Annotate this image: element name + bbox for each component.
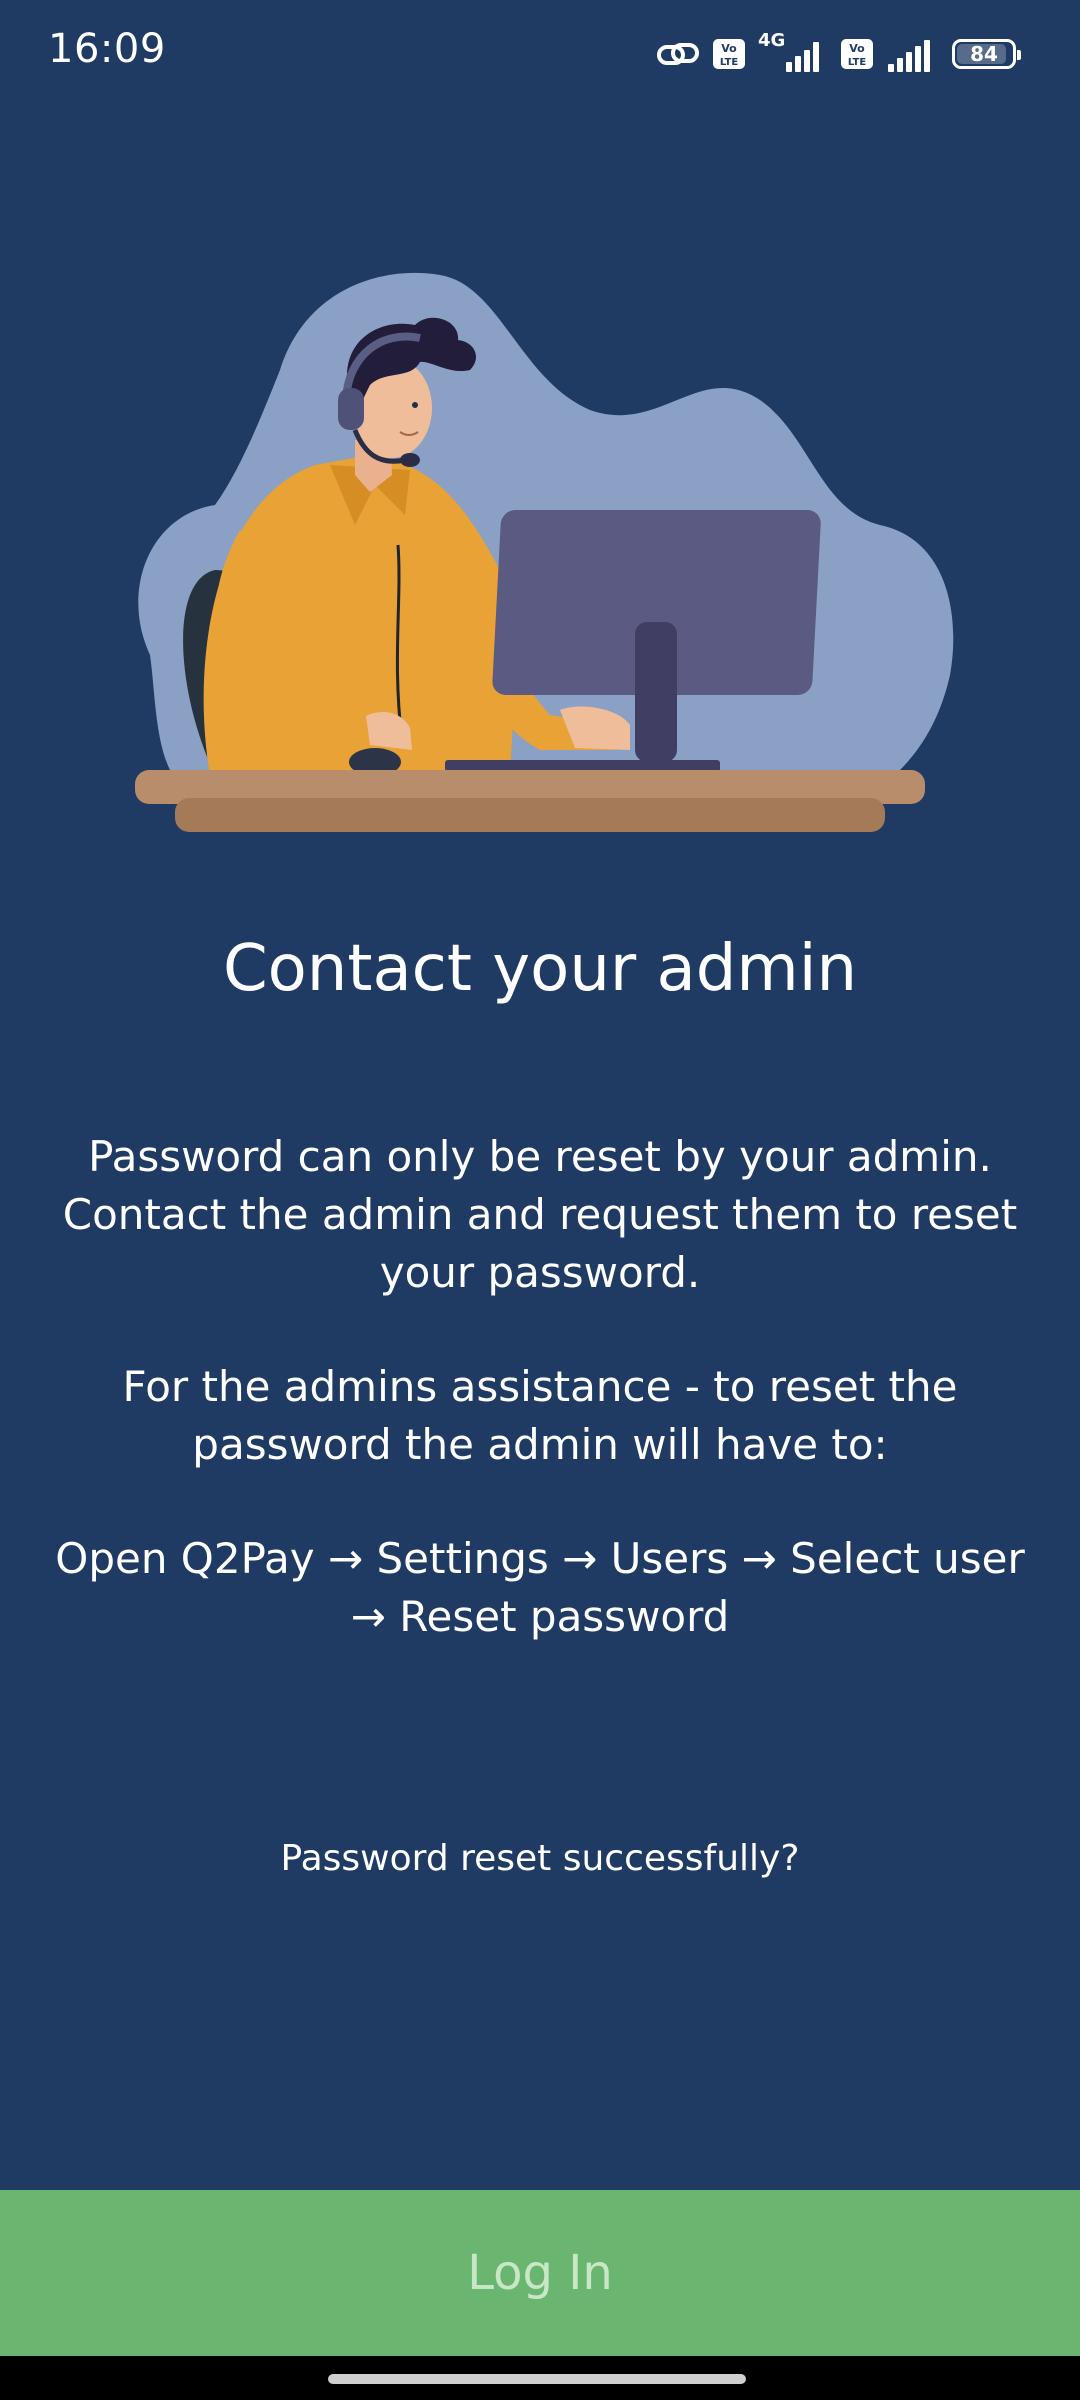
svg-text:Vo: Vo: [721, 42, 737, 55]
login-button[interactable]: Log In: [0, 2190, 1080, 2356]
signal-icon: [786, 42, 819, 72]
signal-4g: 4G: [758, 30, 828, 74]
status-icons: Vo LTE 4G Vo LTE 84: [656, 30, 1021, 74]
svg-text:Vo: Vo: [849, 42, 865, 55]
battery-level: 84: [970, 42, 998, 66]
desk-base: [175, 798, 885, 832]
volte-icon: Vo LTE: [713, 39, 745, 69]
description-admin-assistance: For the admins assistance - to reset the…: [122, 1362, 958, 1469]
monitor-stand: [635, 622, 677, 762]
status-bar: 16:09 Vo LTE 4G Vo LTE 84: [0, 0, 1080, 110]
svg-text:LTE: LTE: [720, 57, 739, 68]
status-time: 16:09: [48, 26, 166, 72]
description-reset-by-admin: Password can only be reset by your admin…: [62, 1132, 1018, 1297]
svg-text:LTE: LTE: [848, 57, 867, 68]
home-indicator[interactable]: [328, 2374, 746, 2384]
description-reset-steps: Open Q2Pay → Settings → Users → Select u…: [55, 1534, 1025, 1641]
page-title: Contact your admin: [222, 932, 858, 1006]
battery-icon: 84: [952, 39, 1021, 69]
signal-icon: [888, 40, 930, 72]
support-agent-illustration: [135, 272, 954, 832]
link-icon: [657, 43, 699, 65]
password-reset-success-link[interactable]: Password reset successfully?: [0, 1838, 1080, 1879]
system-navigation-bar: [0, 2356, 1080, 2400]
volte-icon: Vo LTE: [841, 39, 873, 69]
